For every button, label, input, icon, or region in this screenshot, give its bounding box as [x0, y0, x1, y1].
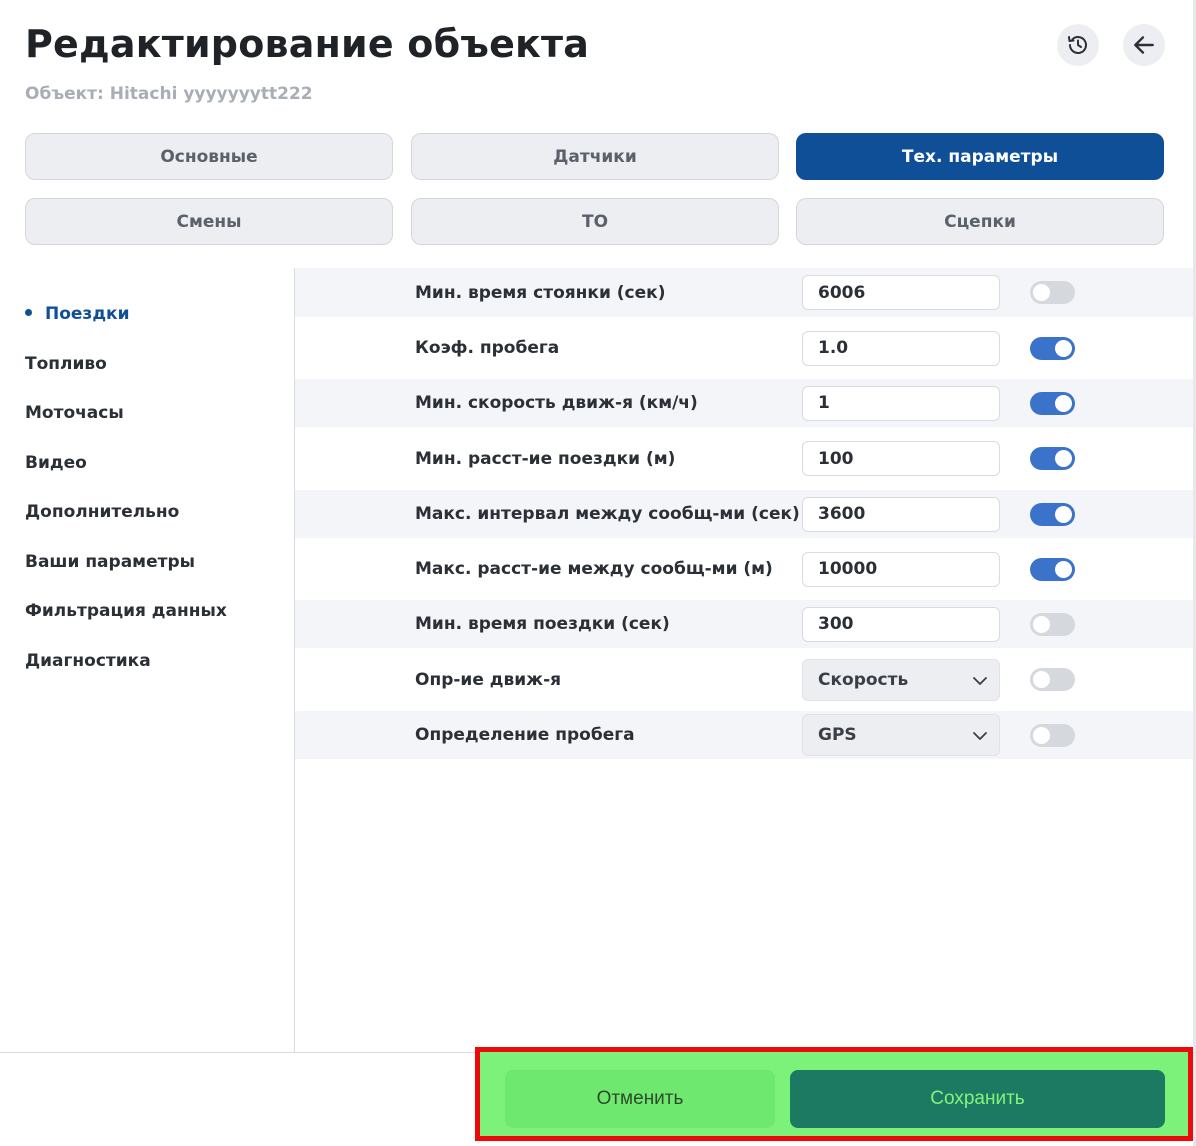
max-msg-interval-toggle[interactable] — [1030, 502, 1075, 526]
mileage-coef-input[interactable]: 1.0 — [802, 330, 1000, 366]
tab-shifts[interactable]: Смены — [25, 198, 393, 245]
param-row-min-trip-distance: Мин. расст-ие поездки (м) 100 — [295, 427, 1196, 490]
select-value: Скорость — [818, 669, 909, 690]
param-label: Мин. скорость движ-я (км/ч) — [415, 393, 698, 413]
tab-main[interactable]: Основные — [25, 133, 393, 180]
sidebar-item-engine-hours[interactable]: Моточасы — [25, 403, 124, 423]
params-list: Мин. время стоянки (сек) 6006 Коэф. проб… — [295, 268, 1196, 759]
select-value: GPS — [818, 725, 857, 745]
toggle-knob — [1055, 394, 1072, 412]
param-row-motion-detection: Опр-ие движ-я Скорость — [295, 648, 1196, 711]
min-speed-input[interactable]: 1 — [802, 385, 1000, 421]
toggle-knob — [1033, 615, 1050, 633]
min-trip-distance-input[interactable]: 100 — [802, 441, 1000, 476]
active-dot — [25, 309, 32, 316]
object-subtitle: Объект: Hitachi yyyyyyytt222 — [25, 84, 313, 104]
motion-detection-toggle[interactable] — [1030, 668, 1075, 691]
history-icon — [1068, 36, 1087, 54]
min-trip-distance-toggle[interactable] — [1030, 447, 1075, 470]
param-label: Опр-ие движ-я — [415, 669, 562, 690]
param-label: Коэф. пробега — [415, 338, 560, 358]
param-label: Мин. расст-ие поездки (м) — [415, 448, 676, 469]
history-button[interactable] — [1057, 24, 1099, 66]
mileage-detection-toggle[interactable] — [1030, 723, 1075, 747]
min-stop-time-toggle[interactable] — [1030, 281, 1075, 304]
chevron-down-icon — [973, 732, 987, 740]
param-row-max-msg-interval: Макс. интервал между сообщ-ми (сек) 3600 — [295, 490, 1196, 538]
chevron-down-icon — [973, 676, 987, 685]
tab-couplings[interactable]: Сцепки — [796, 198, 1164, 245]
sidebar-item-additional[interactable]: Дополнительно — [25, 502, 179, 522]
toggle-knob — [1033, 284, 1050, 301]
mileage-coef-toggle[interactable] — [1030, 336, 1075, 360]
param-row-max-msg-distance: Макс. расст-ие между сообщ-ми (м) 10000 — [295, 538, 1196, 600]
tab-bar: Основные Датчики Тех. параметры Смены ТО… — [25, 133, 1164, 245]
back-button[interactable] — [1123, 24, 1165, 66]
sidebar-item-trips[interactable]: Поездки — [25, 304, 130, 324]
sidebar-item-label: Поездки — [45, 304, 130, 324]
sidebar-item-diagnostics[interactable]: Диагностика — [25, 651, 151, 671]
param-row-mileage-detection: Определение пробега GPS — [295, 711, 1196, 759]
sidebar-item-video[interactable]: Видео — [25, 453, 87, 473]
param-row-min-trip-time: Мин. время поездки (сек) 300 — [295, 600, 1196, 648]
sidebar-item-fuel[interactable]: Топливо — [25, 354, 107, 374]
param-row-min-speed: Мин. скорость движ-я (км/ч) 1 — [295, 379, 1196, 427]
sidebar-item-data-filtering[interactable]: Фильтрация данных — [25, 601, 227, 621]
param-label: Макс. интервал между сообщ-ми (сек) — [415, 504, 800, 524]
toggle-knob — [1055, 560, 1072, 578]
sidebar: Поездки Топливо Моточасы Видео Дополните… — [0, 268, 295, 1052]
toggle-knob — [1033, 671, 1050, 688]
tab-maintenance[interactable]: ТО — [411, 198, 779, 245]
cancel-button[interactable]: Отменить — [505, 1070, 775, 1128]
min-trip-time-input[interactable]: 300 — [802, 606, 1000, 642]
toggle-knob — [1055, 339, 1072, 357]
toggle-knob — [1055, 450, 1072, 467]
page-title: Редактирование объекта — [25, 22, 590, 66]
max-msg-interval-input[interactable]: 3600 — [802, 496, 1000, 532]
motion-detection-select[interactable]: Скорость — [802, 658, 1000, 701]
sidebar-item-custom-params[interactable]: Ваши параметры — [25, 552, 195, 572]
param-row-min-stop-time: Мин. время стоянки (сек) 6006 — [295, 268, 1196, 317]
save-button[interactable]: Сохранить — [790, 1070, 1165, 1128]
tab-tech-params[interactable]: Тех. параметры — [796, 133, 1164, 180]
param-label: Определение пробега — [415, 725, 635, 745]
page-header: Редактирование объекта Объект: Hitachi y… — [25, 20, 1171, 110]
max-msg-distance-input[interactable]: 10000 — [802, 551, 1000, 587]
min-trip-time-toggle[interactable] — [1030, 612, 1075, 636]
mileage-detection-select[interactable]: GPS — [802, 714, 1000, 756]
param-label: Макс. расст-ие между сообщ-ми (м) — [415, 559, 773, 579]
arrow-left-icon — [1134, 36, 1154, 54]
toggle-knob — [1055, 505, 1072, 523]
param-row-mileage-coef: Коэф. пробега 1.0 — [295, 317, 1196, 379]
toggle-knob — [1033, 726, 1050, 744]
max-msg-distance-toggle[interactable] — [1030, 557, 1075, 581]
tab-sensors[interactable]: Датчики — [411, 133, 779, 180]
min-speed-toggle[interactable] — [1030, 391, 1075, 415]
param-label: Мин. время поездки (сек) — [415, 614, 670, 634]
min-stop-time-input[interactable]: 6006 — [802, 275, 1000, 310]
param-label: Мин. время стоянки (сек) — [415, 282, 666, 303]
